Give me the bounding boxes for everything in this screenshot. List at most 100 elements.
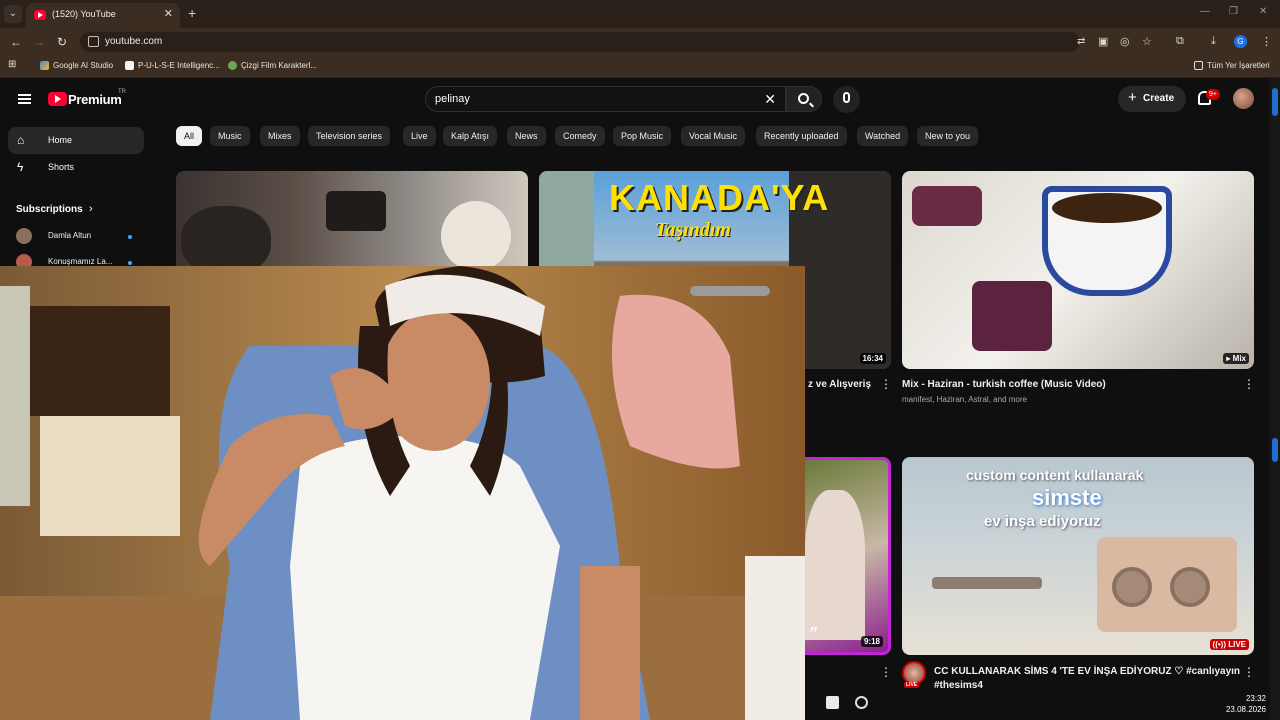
video-title-continued[interactable]: #thesims4 [934,679,983,692]
bookmark-star-icon[interactable]: ☆ [1142,35,1152,48]
video-menu-icon[interactable]: ⋮ [880,377,892,391]
video-title[interactable]: Mix - Haziran - turkish coffee (Music Vi… [902,378,1106,391]
taskbar-app-icon[interactable] [826,696,839,709]
chip-mixes[interactable]: Mixes [260,126,300,146]
baby-figure [441,201,511,271]
ironing-board [932,577,1042,589]
turkish-delight [972,281,1052,351]
install-app-icon[interactable]: ▣ [1098,35,1108,48]
bookmark-cizgi-film[interactable]: Çizgi Film Karakterl... [228,61,317,71]
shorts-icon: ϟ [17,160,24,174]
close-window-icon[interactable]: ✕ [1259,6,1267,17]
bookmark-google-ai-studio[interactable]: Google AI Studio [40,61,113,71]
subscriptions-heading[interactable]: Subscriptions [16,204,83,215]
minimize-icon[interactable]: — [1200,6,1210,17]
new-content-dot [128,235,132,239]
reload-icon[interactable]: ↻ [57,35,67,49]
search-input[interactable]: pelinay ✕ [425,86,786,112]
microphone-icon [843,92,850,103]
chip-new-to-you[interactable]: New to you [917,126,979,146]
youtube-favicon-icon [34,10,46,20]
country-code: TR [118,89,126,95]
mix-badge: ▸ Mix [1223,353,1249,364]
pulse-icon [125,61,134,71]
video-thumbnail[interactable]: custom content kullanarak simste ev inşa… [902,457,1254,655]
video-meta[interactable]: manifest, Haziran, Astral, and more [902,395,1027,404]
video-thumbnail[interactable]: ▸ Mix [902,171,1254,369]
coffee-surface [1052,193,1162,223]
chip-watched[interactable]: Watched [857,126,909,146]
tab-search-button[interactable]: ⌄ [4,5,22,23]
youtube-logo-icon[interactable] [48,92,67,106]
browser-tab-youtube[interactable]: (1520) YouTube ✕ [26,3,180,28]
page-scrollbar[interactable] [1270,78,1280,720]
person-figure [805,490,865,640]
account-avatar[interactable] [1233,88,1254,109]
browser-menu-icon[interactable]: ⋮ [1261,35,1272,48]
site-info-icon[interactable] [88,36,99,47]
taskbar-date[interactable]: 23.08.2026 [1226,705,1266,714]
chip-recently-uploaded[interactable]: Recently uploaded [756,126,847,146]
thumbnail-overlay-line1: custom content kullanarak [966,467,1144,483]
chip-vocal-music[interactable]: Vocal Music [681,126,746,146]
chip-comedy[interactable]: Comedy [555,126,605,146]
chevron-right-icon[interactable]: › [89,203,93,215]
download-icon[interactable]: ⤓ [1211,35,1216,48]
bookmark-pulse[interactable]: P-U-L-S-E Intelligenc... [125,61,220,71]
phone-shape [326,191,386,231]
sidebar-item-shorts[interactable]: ϟ Shorts [8,154,144,181]
back-icon[interactable]: ← [10,35,22,49]
guide-menu-icon[interactable] [18,94,31,104]
video-menu-icon[interactable]: ⋮ [1243,377,1255,391]
taskbar-obs-icon[interactable] [855,696,868,709]
chip-kalp-atisi[interactable]: Kalp Atışı [443,126,498,146]
tracking-protection-icon[interactable]: ◎ [1120,35,1130,48]
chip-television-series[interactable]: Television series [308,126,391,146]
profile-avatar[interactable]: G [1234,35,1247,48]
extensions-icon[interactable]: ⧉ [1176,35,1184,48]
scrollbar-thumb[interactable] [1272,438,1278,462]
all-bookmarks-folder[interactable]: Tüm Yer İşaretleri [1194,61,1270,71]
subscription-item[interactable]: Damla Altun [16,228,136,246]
chip-music[interactable]: Music [210,126,250,146]
subscription-name: Damla Altun [48,231,92,240]
sidebar-item-home[interactable]: ⌂ Home [8,127,144,154]
video-title[interactable]: CC KULLANARAK SİMS 4 'TE EV İNŞA EDİYORU… [934,665,1240,678]
maximize-icon[interactable]: ❐ [1229,6,1238,17]
clear-search-icon[interactable]: ✕ [764,91,776,108]
browser-tab-bar: ⌄ (1520) YouTube ✕ + — ❐ ✕ [0,0,1280,28]
chip-news[interactable]: News [507,126,546,146]
video-menu-icon[interactable]: ⋮ [880,665,892,679]
scrollbar-thumb[interactable] [1272,88,1278,116]
video-thumbnail[interactable]: ” 9:18 [805,457,891,655]
translate-icon[interactable]: ⇄ [1077,36,1085,47]
washer-door [1170,567,1210,607]
home-icon: ⌂ [17,133,25,147]
ai-studio-icon [40,61,49,71]
voice-search-button[interactable] [833,86,860,113]
channel-avatar [16,228,32,244]
apps-grid-icon[interactable]: ⊞ [8,59,16,70]
youtube-logo-text[interactable]: Premium [68,92,122,107]
folder-icon [1194,61,1203,71]
tab-close-icon[interactable]: ✕ [164,7,173,20]
video-title[interactable]: z ve Alışveriş [808,378,871,391]
forward-icon[interactable]: → [33,35,45,49]
taskbar-time[interactable]: 23:32 [1246,694,1266,703]
channel-live-badge: LIVE [904,682,920,688]
create-button[interactable]: + Create [1118,86,1186,112]
thumbnail-overlay-quote: ” [809,625,817,642]
browser-toolbar: ← → ↻ youtube.com ⇄ ▣ ◎ ☆ ⧉ ⤓ G ⋮ [0,28,1280,56]
create-label: Create [1143,93,1175,104]
search-button[interactable] [786,86,822,112]
new-content-dot [128,261,132,265]
sidebar-item-label: Shorts [48,162,75,172]
chip-pop-music[interactable]: Pop Music [613,126,672,146]
new-tab-button[interactable]: + [188,5,196,21]
address-bar[interactable]: youtube.com ⇄ [80,32,1085,52]
chip-live[interactable]: Live [403,126,436,146]
video-menu-icon[interactable]: ⋮ [1243,665,1255,679]
thumbnail-overlay-line2: simste [1032,485,1102,510]
washer-door [1112,567,1152,607]
chip-all[interactable]: All [176,126,203,146]
